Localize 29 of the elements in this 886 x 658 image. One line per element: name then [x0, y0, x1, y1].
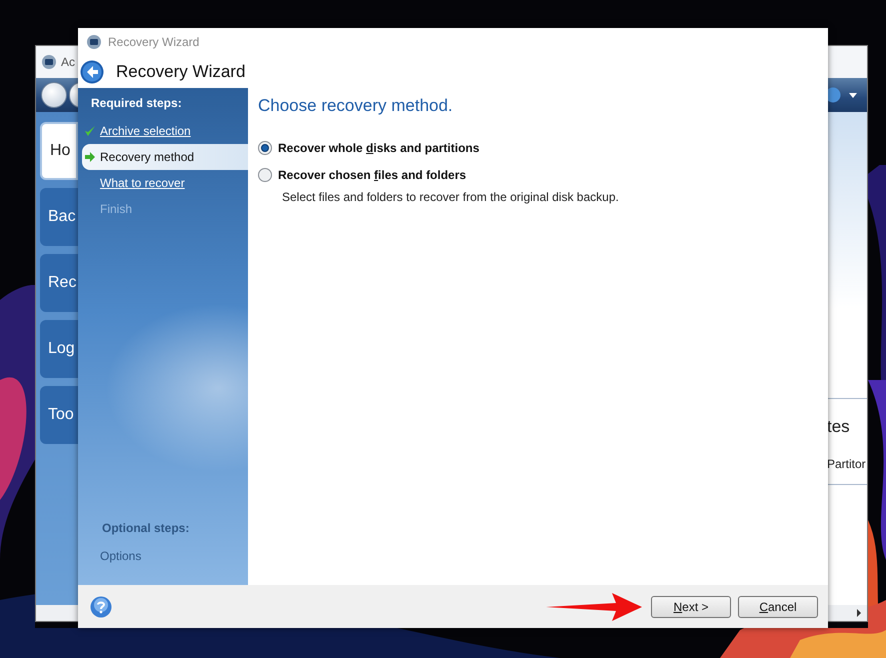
- back-button[interactable]: [41, 82, 67, 108]
- back-button[interactable]: [80, 60, 104, 84]
- check-icon: [84, 125, 96, 137]
- nav-tile[interactable]: Log: [40, 320, 78, 378]
- app-icon: [41, 54, 57, 70]
- window-title: Ac: [61, 55, 76, 69]
- window-title: Recovery Wizard: [108, 35, 200, 49]
- steps-heading: Required steps:: [90, 96, 183, 112]
- nav-tile[interactable]: Rec: [40, 254, 78, 312]
- step-item[interactable]: What to recover: [82, 170, 248, 196]
- radio-option[interactable]: Recover whole disks and partitions: [258, 134, 480, 161]
- wizard-button[interactable]: Next >: [651, 596, 731, 618]
- app-icon: [86, 34, 102, 50]
- steps-heading: Optional steps:: [101, 521, 190, 537]
- option-description: Select files and folders to recover from the original disk backup.: [281, 189, 620, 204]
- radio-option[interactable]: Recover chosen files and folders: [258, 161, 466, 188]
- nav-tile[interactable]: Bac: [40, 188, 78, 246]
- dropdown-arrow-icon[interactable]: [849, 92, 857, 98]
- radio-button[interactable]: [258, 168, 272, 182]
- scroll-right-icon[interactable]: [857, 609, 861, 617]
- step-item[interactable]: Archive selection: [82, 118, 248, 144]
- page-heading: Choose recovery method.: [258, 96, 454, 116]
- wizard-button[interactable]: Cancel: [738, 596, 818, 618]
- wizard-heading: Recovery Wizard: [116, 62, 246, 82]
- nav-tile[interactable]: Ho: [40, 122, 78, 180]
- arrow-icon: [84, 151, 96, 163]
- radio-button[interactable]: [258, 140, 272, 154]
- step-item[interactable]: Recovery method: [82, 144, 248, 170]
- nav-tile[interactable]: Too: [40, 386, 78, 444]
